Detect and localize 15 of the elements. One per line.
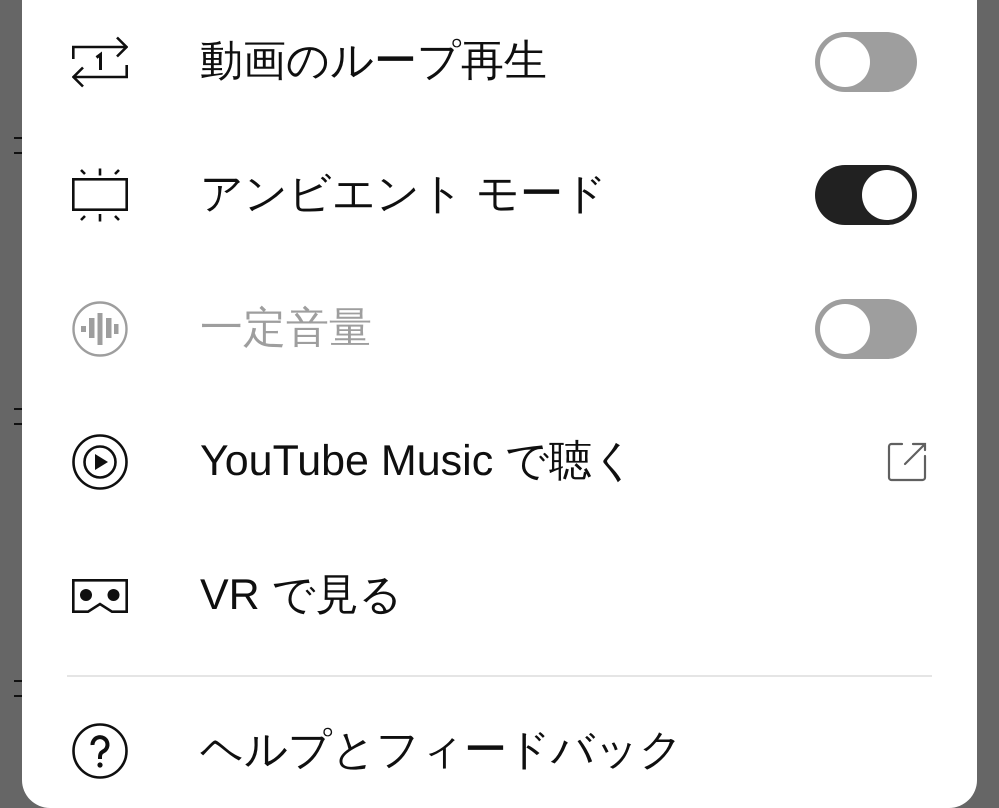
menu-item-label[interactable]: YouTube Music で聴く [200, 436, 636, 488]
music-play-icon [72, 434, 128, 490]
double-dash-icon [14, 408, 22, 425]
double-dash-icon [14, 137, 22, 154]
volume-wave-icon [72, 300, 128, 357]
vr-viewer-icon [72, 578, 128, 613]
repeat-one-icon [72, 36, 128, 88]
menu-item-label[interactable]: ヘルプとフィードバック [200, 725, 683, 777]
menu-item-label[interactable]: VR で見る [200, 570, 403, 622]
menu-item-label[interactable]: アンビエント モード [200, 169, 607, 222]
ambient-screen-icon [72, 167, 128, 224]
double-dash-icon [14, 680, 22, 697]
help-icon [72, 723, 128, 779]
menu-item-label[interactable]: 動画のループ再生 [200, 36, 547, 88]
external-link-icon [887, 442, 927, 482]
